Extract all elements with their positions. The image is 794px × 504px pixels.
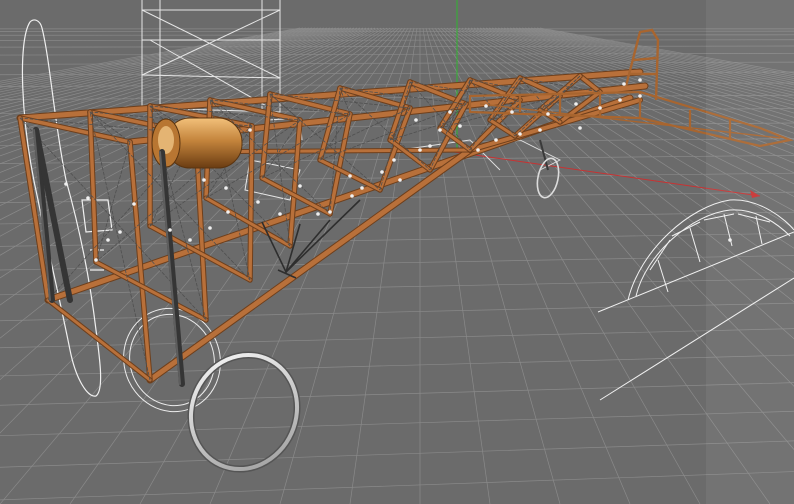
vertex-marker [202,178,206,182]
vertex-marker [118,230,122,234]
vertex-marker [538,128,542,132]
vertex-marker [316,212,320,216]
frame-beam[interactable] [248,124,254,282]
vertex-marker [106,238,110,242]
vertex-marker [418,148,422,152]
frame-beam[interactable] [260,92,272,180]
vertex-marker [484,104,488,108]
grid-line [0,255,794,271]
vertex-marker [458,124,462,128]
vertex-marker [546,112,550,116]
vertex-marker [638,78,642,82]
vertex-marker [298,184,302,188]
vertex-marker [578,126,582,130]
vertex-marker [438,128,442,132]
3d-viewport[interactable] [0,0,794,504]
vertex-marker [414,118,418,122]
vertex-marker [494,138,498,142]
grid-line [0,39,794,41]
vertex-marker [728,238,732,242]
vertex-marker [476,148,480,152]
grid-line [521,27,794,86]
vertex-marker [622,82,626,86]
wireframe-airfoil-rib[interactable] [597,199,794,401]
vertex-marker [208,226,212,230]
grid-line [0,382,794,406]
grid-line [0,328,794,349]
vertex-marker [224,186,228,190]
vertex-marker [398,178,402,182]
vertex-marker [618,98,622,102]
main-wheel[interactable] [173,338,315,486]
vertex-marker [428,144,432,148]
vertex-marker [380,170,384,174]
grid-line [0,211,794,225]
vertex-marker [248,128,252,132]
vertex-marker [278,212,282,216]
vertex-marker [94,258,98,262]
vertex-marker [518,132,522,136]
vertex-marker [86,196,90,200]
vertex-marker [360,186,364,190]
vertex-marker [226,210,230,214]
vertex-marker [132,202,136,206]
vertex-marker [348,174,352,178]
vertex-marker [64,182,68,186]
grid-line [0,232,794,247]
ground-grid [0,27,794,504]
vertex-marker [510,110,514,114]
grid-line [0,410,794,437]
vertex-marker [350,194,354,198]
frame-beam[interactable] [388,138,432,172]
grid-line [0,82,794,87]
vertex-marker [256,200,260,204]
vertex-marker [574,102,578,106]
vertex-marker [598,106,602,110]
grid-line [0,440,794,468]
vertex-marker [392,158,396,162]
viewport-canvas[interactable] [0,0,794,504]
vertex-marker [188,238,192,242]
grid-line [0,278,794,296]
axis-x-arrow-icon [750,190,760,198]
vertex-marker [328,210,332,214]
grid-line [0,471,794,501]
vertex-marker [638,94,642,98]
vertex-marker [448,110,452,114]
vertex-marker [168,228,172,232]
